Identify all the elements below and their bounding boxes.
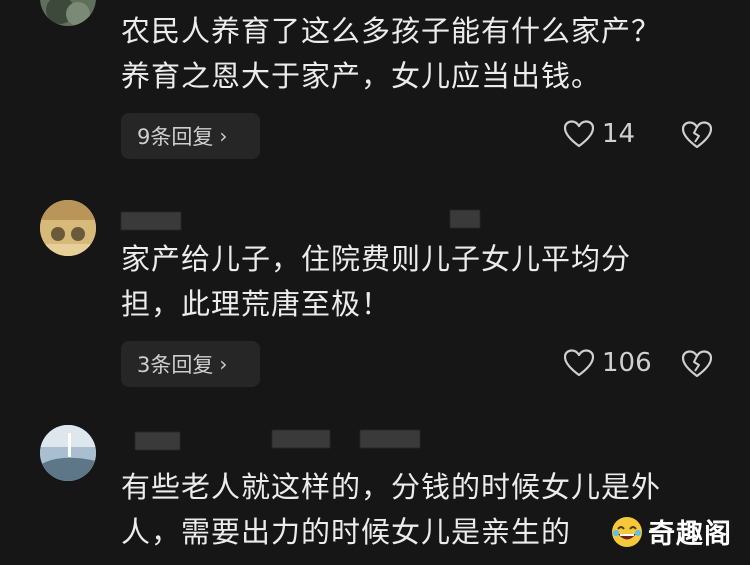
heart-outline-icon	[564, 349, 594, 377]
comment-text: 农民人养育了这么多孩子能有什么家产？ 养育之恩大于家产，女儿应当出钱。	[121, 14, 662, 93]
like-button[interactable]: 106	[564, 348, 652, 378]
view-replies-button[interactable]: 9条回复 ›	[121, 113, 260, 159]
like-count: 14	[602, 119, 636, 149]
view-replies-button[interactable]: 3条回复 ›	[121, 341, 260, 387]
dislike-button[interactable]	[681, 350, 713, 382]
laughing-emoji-icon	[612, 516, 642, 547]
avatar[interactable]	[40, 425, 96, 481]
username[interactable]	[121, 212, 181, 230]
watermark: 奇趣阁	[610, 512, 732, 551]
broken-heart-icon	[681, 350, 713, 378]
avatar[interactable]	[40, 0, 96, 26]
dislike-button[interactable]	[681, 121, 713, 153]
like-count: 106	[602, 348, 652, 378]
chevron-right-icon: ›	[219, 124, 228, 148]
username-extra	[450, 210, 480, 228]
comment-text: 家产给儿子，住院费则儿子女儿平均分 担，此理荒唐至极！	[121, 242, 632, 321]
like-button[interactable]: 14	[564, 119, 635, 149]
broken-heart-icon	[681, 121, 713, 149]
comment-text: 有些老人就这样的，分钱的时候女儿是外 人，需要出力的时候女儿是亲生的	[121, 470, 662, 549]
username-extra	[360, 430, 420, 448]
username[interactable]	[135, 432, 180, 450]
username-extra	[272, 430, 330, 448]
chevron-right-icon: ›	[219, 352, 228, 376]
comment-item: 农民人养育了这么多孩子能有什么家产？ 养育之恩大于家产，女儿应当出钱。 9条回复…	[0, 0, 750, 170]
comment-item: 家产给儿子，住院费则儿子女儿平均分 担，此理荒唐至极！ 3条回复 › 106	[0, 190, 750, 400]
heart-outline-icon	[564, 120, 594, 148]
avatar[interactable]	[40, 200, 96, 256]
comment-feed: 农民人养育了这么多孩子能有什么家产？ 养育之恩大于家产，女儿应当出钱。 9条回复…	[0, 0, 750, 565]
